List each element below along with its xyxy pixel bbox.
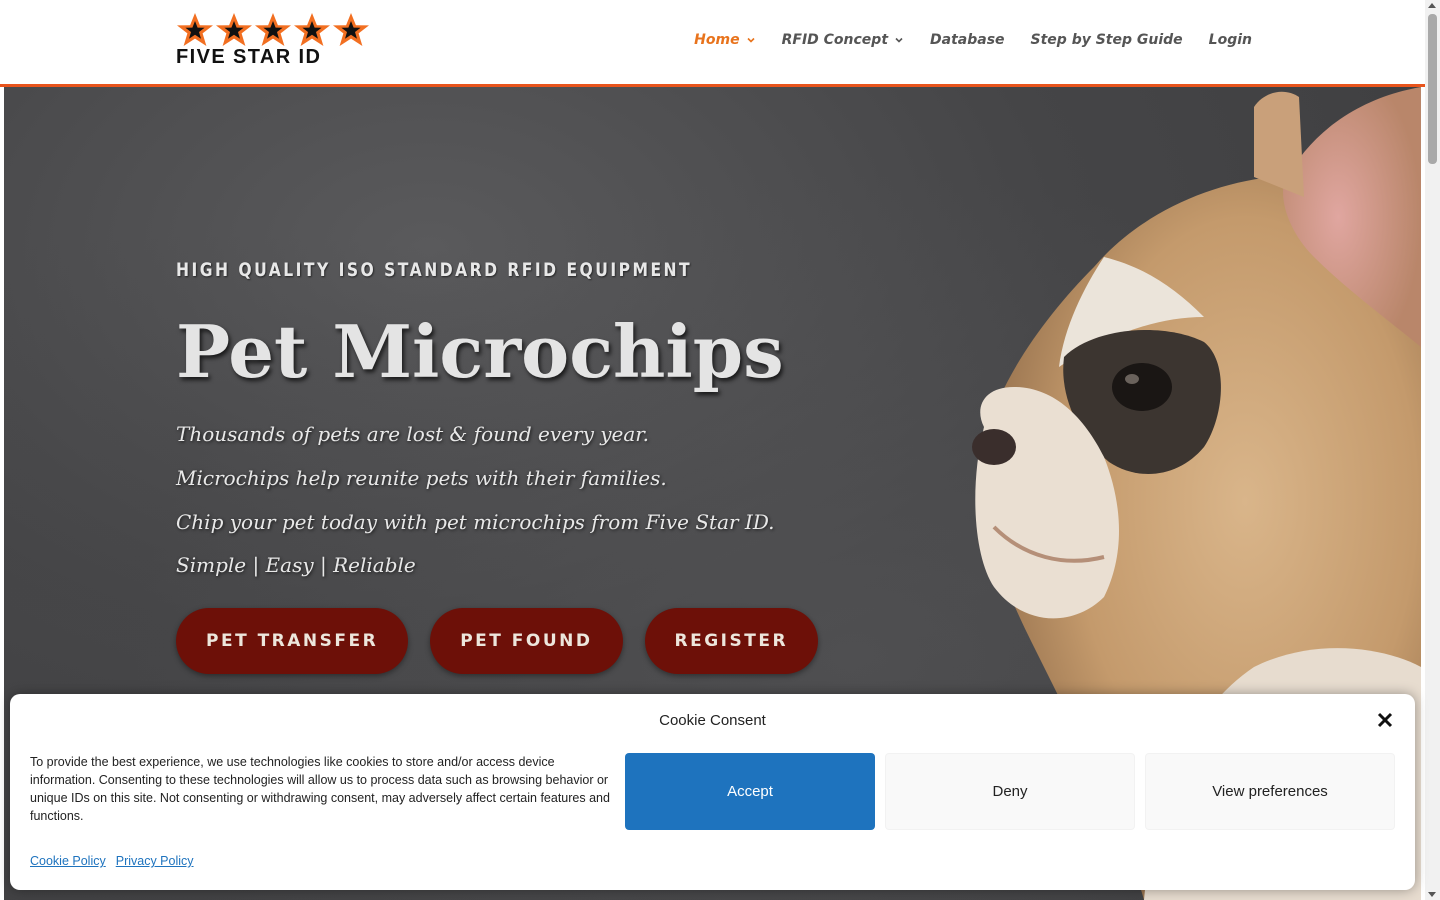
accept-button[interactable]: Accept <box>625 753 875 830</box>
scroll-thumb[interactable] <box>1428 14 1437 164</box>
star-icon <box>294 13 330 46</box>
hero-tagline: Thousands of pets are lost & found every… <box>176 422 649 446</box>
site-header: FIVE STAR ID Home RFID Concept Database … <box>0 0 1425 87</box>
chevron-down-icon <box>895 37 903 43</box>
nav-item-label: Step by Step Guide <box>1030 32 1183 48</box>
nav-item-home[interactable]: Home <box>694 32 755 48</box>
register-button[interactable]: REGISTER <box>644 608 819 674</box>
main-nav: Home RFID Concept Database Step by Step … <box>694 32 1252 48</box>
cookie-consent-banner: Cookie Consent To provide the best exper… <box>10 694 1415 890</box>
nav-item-step-by-step-guide[interactable]: Step by Step Guide <box>1031 32 1183 48</box>
nav-item-login[interactable]: Login <box>1209 32 1252 48</box>
deny-button[interactable]: Deny <box>885 753 1135 830</box>
scroll-up-arrow-icon[interactable] <box>1428 3 1436 8</box>
page-scrollbar[interactable] <box>1425 0 1440 900</box>
logo-stars <box>176 12 372 48</box>
hero-tagline: Simple | Easy | Reliable <box>176 553 416 577</box>
nav-item-label: Login <box>1208 32 1252 48</box>
hero-eyebrow: HIGH QUALITY ISO STANDARD RFID EQUIPMENT <box>176 259 693 281</box>
hero-headline: Pet Microchips <box>176 309 784 394</box>
star-icon <box>333 13 369 46</box>
pet-transfer-button[interactable]: PET TRANSFER <box>176 608 409 674</box>
hero-tagline: Microchips help reunite pets with their … <box>176 466 667 490</box>
nav-item-label: Database <box>930 32 1005 48</box>
pet-found-button[interactable]: PET FOUND <box>430 608 623 674</box>
star-icon <box>216 13 252 46</box>
hero-tagline: Chip your pet today with pet microchips … <box>176 510 775 534</box>
nav-item-label: Home <box>694 32 740 48</box>
hero-buttons: PET TRANSFER PET FOUND REGISTER <box>176 608 819 674</box>
close-icon[interactable] <box>1377 712 1393 728</box>
nav-item-database[interactable]: Database <box>930 32 1005 48</box>
view-preferences-button[interactable]: View preferences <box>1145 753 1395 830</box>
star-icon <box>177 13 213 46</box>
nav-item-label: RFID Concept <box>781 32 889 48</box>
scroll-down-arrow-icon[interactable] <box>1428 892 1436 897</box>
site-logo[interactable]: FIVE STAR ID <box>176 12 372 72</box>
star-icon <box>255 13 291 46</box>
cookie-links: Cookie Policy Privacy Policy <box>30 854 194 868</box>
cookie-title: Cookie Consent <box>659 712 766 729</box>
logo-wordmark: FIVE STAR ID <box>176 46 322 68</box>
privacy-policy-link[interactable]: Privacy Policy <box>116 854 194 868</box>
cookie-message: To provide the best experience, we use t… <box>30 755 610 823</box>
chevron-down-icon <box>747 37 755 43</box>
cookie-policy-link[interactable]: Cookie Policy <box>30 854 106 868</box>
nav-item-rfid-concept[interactable]: RFID Concept <box>782 32 904 48</box>
